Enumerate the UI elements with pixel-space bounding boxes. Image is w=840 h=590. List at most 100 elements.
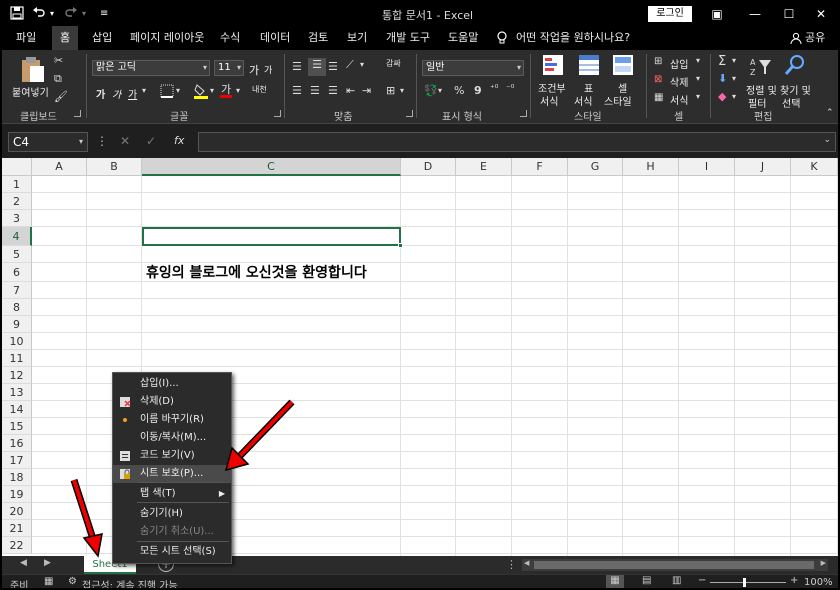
zoom-level[interactable]: 100% xyxy=(804,577,833,588)
orientation-dropdown-icon[interactable]: ▾ xyxy=(360,60,364,69)
selected-cell-c4[interactable] xyxy=(142,227,401,246)
delete-cells-icon[interactable]: ⊠ xyxy=(654,74,662,85)
row-header-9[interactable]: 9 xyxy=(2,316,32,333)
customize-qat-icon[interactable]: ≡ xyxy=(100,6,108,22)
paste-label[interactable]: 붙여넣기 xyxy=(12,84,49,99)
row-header-18[interactable]: 18 xyxy=(2,469,32,486)
increase-decimal-icon[interactable]: ⁺⁰ xyxy=(490,84,498,94)
macro-record-icon[interactable]: ▦ xyxy=(44,576,53,587)
save-icon[interactable] xyxy=(10,6,24,22)
page-break-view-icon[interactable]: ▥ xyxy=(672,575,681,586)
row-header-19[interactable]: 19 xyxy=(2,486,32,503)
row-header-7[interactable]: 7 xyxy=(2,282,32,299)
row-header-4[interactable]: 4 xyxy=(2,227,32,246)
number-launcher[interactable] xyxy=(520,110,527,117)
font-name-box[interactable]: 맑은 고딕 ▾ xyxy=(92,60,210,76)
font-launcher[interactable] xyxy=(274,110,281,117)
clipboard-launcher[interactable] xyxy=(74,110,81,117)
redo-dropdown-icon[interactable]: ▾ xyxy=(82,6,86,22)
grow-font-button[interactable]: 가 xyxy=(249,62,259,78)
fill-dropdown-icon[interactable]: ▾ xyxy=(732,74,736,83)
share-icon[interactable] xyxy=(790,26,802,50)
login-button[interactable]: 로그인 xyxy=(648,6,692,22)
decrease-decimal-icon[interactable]: ⁻⁰ xyxy=(506,84,514,94)
row-header-5[interactable]: 5 xyxy=(2,246,32,263)
zoom-out-icon[interactable]: − xyxy=(698,575,706,586)
scroll-right-icon[interactable]: ▶ xyxy=(44,558,51,568)
alignment-launcher[interactable] xyxy=(406,110,413,117)
select-all-corner[interactable] xyxy=(2,158,32,176)
row-header-17[interactable]: 17 xyxy=(2,452,32,469)
shrink-font-button[interactable]: 가 xyxy=(264,63,272,76)
row-header-2[interactable]: 2 xyxy=(2,193,32,210)
comma-style-icon[interactable]: 9 xyxy=(474,84,482,97)
format-cells-icon[interactable]: ▦ xyxy=(654,92,663,103)
font-color-dropdown-icon[interactable]: ▾ xyxy=(236,86,240,95)
format-as-table-icon[interactable] xyxy=(578,54,600,79)
context-menu-item-4[interactable]: 이동/복사(M)... xyxy=(113,429,231,447)
tab-home[interactable]: 홈 xyxy=(52,26,79,50)
row-header-22[interactable]: 22 xyxy=(2,537,32,554)
row-header-6[interactable]: 6 xyxy=(2,263,32,282)
align-middle-icon[interactable]: ☰ xyxy=(308,58,326,76)
ribbon-display-icon[interactable]: ▣ xyxy=(702,4,732,24)
align-left-icon[interactable]: ☰ xyxy=(292,84,302,97)
tab-help[interactable]: 도움말 xyxy=(448,26,478,50)
zoom-slider[interactable] xyxy=(710,582,786,583)
underline-dropdown-icon[interactable]: ▾ xyxy=(142,86,146,95)
more-options-icon[interactable]: ⋮ xyxy=(96,134,108,148)
accounting-dropdown-icon[interactable]: ▾ xyxy=(438,86,442,95)
column-header-a[interactable]: A xyxy=(32,158,87,176)
insert-cells-button[interactable]: 삽입 xyxy=(670,56,688,71)
number-format-box[interactable]: 일반 ▾ xyxy=(422,60,524,76)
autosum-icon[interactable]: Σ xyxy=(718,54,726,69)
row-header-16[interactable]: 16 xyxy=(2,435,32,452)
tab-file[interactable]: 파일 xyxy=(16,26,36,50)
format-dropdown-icon[interactable]: ▾ xyxy=(696,92,700,101)
fill-icon[interactable]: ⬇ xyxy=(718,72,727,85)
scroll-right-arrow-icon[interactable]: ▶ xyxy=(821,559,826,567)
font-color-icon[interactable]: 가 xyxy=(220,81,232,98)
accounting-format-icon[interactable]: 💱 xyxy=(424,84,438,97)
copy-icon[interactable]: ⧉ xyxy=(54,72,62,86)
undo-dropdown-icon[interactable]: ▾ xyxy=(50,6,54,22)
row-header-13[interactable]: 13 xyxy=(2,384,32,401)
row-header-11[interactable]: 11 xyxy=(2,350,32,367)
row-header-21[interactable]: 21 xyxy=(2,520,32,537)
context-menu-item-7[interactable]: 탭 색(T) ▶ xyxy=(113,485,231,503)
redo-icon[interactable] xyxy=(64,6,78,22)
zoom-slider-thumb[interactable] xyxy=(743,578,746,587)
delete-dropdown-icon[interactable]: ▾ xyxy=(696,74,700,83)
cancel-entry-icon[interactable]: ✕ xyxy=(120,134,130,148)
orientation-icon[interactable]: ⟋ xyxy=(346,58,354,72)
normal-view-icon[interactable]: ▦ xyxy=(606,575,624,588)
context-menu-item-3[interactable]: 이름 바꾸기(R) xyxy=(113,411,231,429)
clear-icon[interactable]: ◆ xyxy=(718,90,726,103)
tab-developer[interactable]: 개발 도구 xyxy=(386,26,430,50)
share-button[interactable]: 공유 xyxy=(805,26,825,50)
underline-button[interactable]: 가 xyxy=(128,86,137,101)
conditional-format-icon[interactable] xyxy=(542,54,564,79)
minimize-button[interactable]: — xyxy=(740,4,770,24)
confirm-entry-icon[interactable]: ✓ xyxy=(146,134,156,148)
column-header-c[interactable]: C xyxy=(142,158,401,176)
align-top-icon[interactable]: ☰ xyxy=(292,60,302,73)
row-header-14[interactable]: 14 xyxy=(2,401,32,418)
align-bottom-icon[interactable]: ☰ xyxy=(328,60,338,73)
tab-data[interactable]: 데이터 xyxy=(260,26,290,50)
cell-c6-text[interactable]: 휴잉의 블로그에 오신것을 환영합니다 xyxy=(146,262,367,282)
row-header-8[interactable]: 8 xyxy=(2,299,32,316)
conditional-format-label2[interactable]: 서식 xyxy=(540,93,558,108)
column-header-j[interactable]: J xyxy=(735,158,791,176)
row-header-15[interactable]: 15 xyxy=(2,418,32,435)
scroll-left-icon[interactable]: ◀ xyxy=(20,558,27,568)
clear-dropdown-icon[interactable]: ▾ xyxy=(732,92,736,101)
row-header-20[interactable]: 20 xyxy=(2,503,32,520)
tab-split-handle[interactable]: ⋮ xyxy=(506,558,517,571)
fill-color-icon[interactable] xyxy=(194,83,208,102)
accessibility-status[interactable]: 접근성: 계속 진행 가능 xyxy=(82,577,178,588)
column-header-f[interactable]: F xyxy=(512,158,568,176)
lightbulb-icon[interactable] xyxy=(496,26,508,50)
merge-center-icon[interactable]: ⊞ xyxy=(386,84,395,97)
tab-formulas[interactable]: 수식 xyxy=(220,26,240,50)
